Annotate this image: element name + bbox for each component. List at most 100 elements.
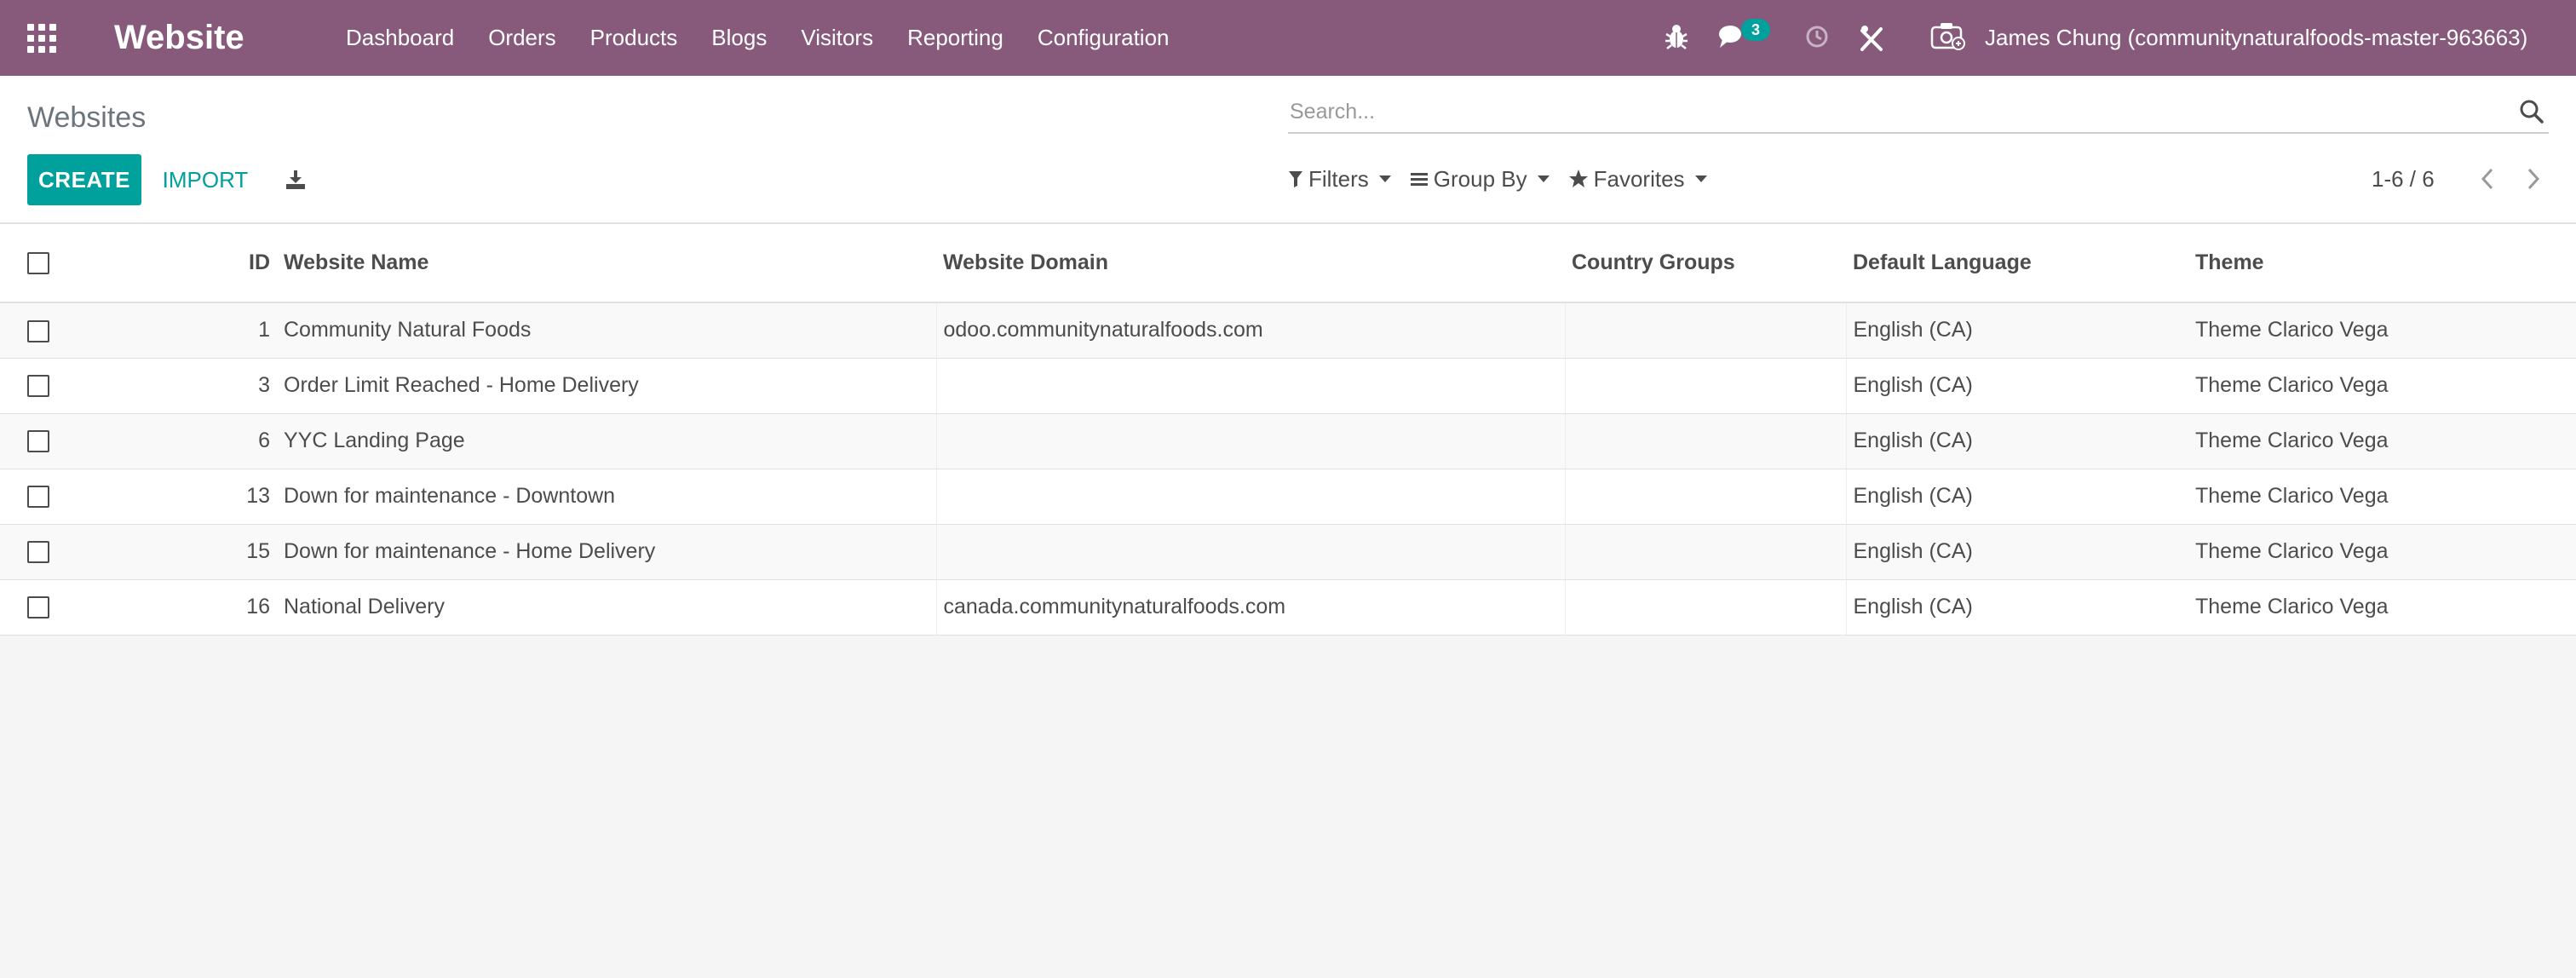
chevron-down-icon	[1537, 175, 1550, 182]
row-checkbox[interactable]	[27, 319, 49, 342]
create-button[interactable]: CREATE	[27, 154, 141, 205]
cell-theme: Theme Clarico Vega	[2188, 524, 2576, 580]
groupby-dropdown[interactable]: Group By	[1410, 166, 1550, 193]
column-header-id[interactable]: ID	[77, 224, 277, 303]
table-header-row: ID Website Name Website Domain Country G…	[0, 224, 2576, 303]
cell-country-groups	[1564, 302, 1846, 359]
breadcrumb: Websites	[27, 101, 147, 134]
menu-item-visitors[interactable]: Visitors	[784, 0, 890, 76]
cell-id: 6	[77, 413, 277, 469]
column-header-website-name[interactable]: Website Name	[277, 224, 936, 303]
search-input[interactable]	[1288, 99, 2515, 124]
cell-website-domain	[935, 358, 1565, 414]
filters-label: Filters	[1308, 165, 1369, 192]
cell-website-name: Community Natural Foods	[277, 302, 936, 359]
groupby-label: Group By	[1433, 165, 1527, 192]
user-menu[interactable]: James Chung (communitynaturalfoods-maste…	[1930, 0, 2527, 76]
cell-theme: Theme Clarico Vega	[2188, 413, 2576, 469]
import-button[interactable]: IMPORT	[150, 154, 261, 205]
select-all-cell	[0, 224, 77, 303]
cell-website-name: Down for maintenance - Home Delivery	[277, 524, 936, 580]
activity-clock-icon[interactable]	[1804, 22, 1830, 55]
search-options: Filters Group By Favorites	[1288, 159, 1726, 198]
cell-website-domain	[935, 469, 1565, 525]
user-camera-avatar-icon	[1930, 20, 1966, 55]
select-all-checkbox[interactable]	[27, 252, 49, 275]
table-row[interactable]: 3 Order Limit Reached - Home Delivery En…	[0, 358, 2576, 414]
cell-theme: Theme Clarico Vega	[2188, 302, 2576, 359]
cell-default-language: English (CA)	[1845, 469, 2188, 525]
row-checkbox[interactable]	[27, 430, 49, 453]
control-panel: Websites CREATE IMPORT Filters	[0, 76, 2576, 224]
websites-table: ID Website Name Website Domain Country G…	[0, 224, 2576, 636]
chevron-down-icon	[1378, 175, 1391, 182]
cell-theme: Theme Clarico Vega	[2188, 579, 2576, 636]
messages-count-badge: 3	[1741, 19, 1770, 41]
row-checkbox[interactable]	[27, 596, 49, 619]
table-row[interactable]: 13 Down for maintenance - Downtown Engli…	[0, 469, 2576, 525]
cell-country-groups	[1564, 524, 1846, 580]
column-header-default-language[interactable]: Default Language	[1846, 224, 2188, 303]
column-header-country-groups[interactable]: Country Groups	[1565, 224, 1846, 303]
pager-previous-icon[interactable]	[2470, 162, 2504, 196]
cell-country-groups	[1564, 413, 1846, 469]
cell-country-groups	[1564, 358, 1846, 414]
row-select-cell	[0, 413, 77, 469]
cell-website-domain: canada.communitynaturalfoods.com	[935, 579, 1565, 636]
table-row[interactable]: 1 Community Natural Foods odoo.community…	[0, 302, 2576, 359]
menu-item-products[interactable]: Products	[573, 0, 695, 76]
row-checkbox[interactable]	[27, 486, 49, 509]
websites-list: ID Website Name Website Domain Country G…	[0, 224, 2576, 636]
column-header-website-domain[interactable]: Website Domain	[936, 224, 1565, 303]
menu-item-reporting[interactable]: Reporting	[890, 0, 1021, 76]
cell-website-name: Down for maintenance - Downtown	[277, 469, 936, 525]
menu-item-orders[interactable]: Orders	[471, 0, 572, 76]
cell-website-domain: odoo.communitynaturalfoods.com	[935, 302, 1565, 359]
cell-country-groups	[1564, 579, 1846, 636]
cell-website-name: Order Limit Reached - Home Delivery	[277, 358, 936, 414]
main-menu: Dashboard Orders Products Blogs Visitors…	[329, 0, 1187, 76]
cell-website-name: YYC Landing Page	[277, 413, 936, 469]
table-row[interactable]: 16 National Delivery canada.communitynat…	[0, 579, 2576, 636]
row-checkbox[interactable]	[27, 375, 49, 398]
cell-id: 16	[77, 579, 277, 636]
table-row[interactable]: 15 Down for maintenance - Home Delivery …	[0, 524, 2576, 580]
row-select-cell	[0, 358, 77, 414]
search-icon[interactable]	[2515, 95, 2549, 129]
apps-menu-icon[interactable]	[27, 24, 58, 53]
cell-website-name: National Delivery	[277, 579, 936, 636]
download-icon[interactable]	[281, 163, 310, 197]
star-icon	[1568, 169, 1589, 189]
cell-default-language: English (CA)	[1845, 413, 2188, 469]
filters-dropdown[interactable]: Filters	[1288, 166, 1391, 193]
list-bars-icon	[1410, 170, 1429, 187]
table-row[interactable]: 6 YYC Landing Page English (CA) Theme Cl…	[0, 413, 2576, 469]
row-select-cell	[0, 469, 77, 525]
menu-item-dashboard[interactable]: Dashboard	[329, 0, 471, 76]
cell-website-domain	[935, 413, 1565, 469]
app-title[interactable]: Website	[114, 17, 244, 58]
search-bar	[1288, 91, 2549, 134]
cell-id: 15	[77, 524, 277, 580]
favorites-dropdown[interactable]: Favorites	[1568, 166, 1707, 193]
debug-bug-icon[interactable]	[1665, 22, 1688, 55]
tools-icon[interactable]	[1859, 22, 1884, 57]
favorites-label: Favorites	[1593, 165, 1685, 192]
pager-value[interactable]: 1-6 / 6	[2372, 166, 2435, 193]
row-select-cell	[0, 524, 77, 580]
filter-icon	[1288, 170, 1303, 188]
menu-item-blogs[interactable]: Blogs	[694, 0, 784, 76]
cell-default-language: English (CA)	[1845, 579, 2188, 636]
pager-next-icon[interactable]	[2516, 162, 2550, 196]
user-name: James Chung (communitynaturalfoods-maste…	[1985, 25, 2528, 50]
row-select-cell	[0, 302, 77, 359]
row-select-cell	[0, 579, 77, 636]
cell-id: 13	[77, 469, 277, 525]
cell-default-language: English (CA)	[1845, 358, 2188, 414]
menu-item-configuration[interactable]: Configuration	[1021, 0, 1187, 76]
column-header-theme[interactable]: Theme	[2188, 224, 2576, 303]
cell-id: 3	[77, 358, 277, 414]
cell-id: 1	[77, 302, 277, 359]
row-checkbox[interactable]	[27, 541, 49, 564]
chevron-down-icon	[1694, 175, 1707, 182]
